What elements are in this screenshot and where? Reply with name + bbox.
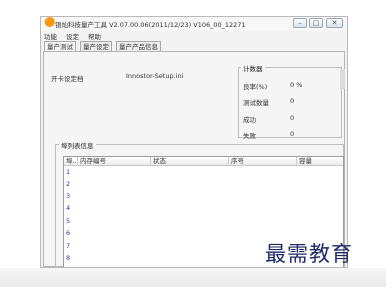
tab-production-settings[interactable]: 量产设定 [80, 41, 112, 51]
tab-product-info[interactable]: 量产产品信息 [116, 41, 161, 51]
success-value: 0 [290, 114, 295, 122]
table-row[interactable]: 1 [66, 168, 70, 176]
table-row[interactable]: 4 [66, 204, 70, 212]
port-list-title: 埠列表信息 [59, 140, 96, 150]
close-button[interactable]: ✕ [326, 18, 343, 28]
table-row[interactable]: 8 [66, 254, 70, 262]
col-memory-id[interactable]: 内存编号 [78, 157, 151, 166]
menu-bar: 功能 设定 帮助 [41, 31, 347, 41]
fail-value: 0 [290, 130, 295, 138]
col-status[interactable]: 状态 [151, 157, 229, 166]
yield-value: 0 % [290, 81, 303, 89]
table-row[interactable]: 7 [66, 242, 70, 250]
table-row[interactable]: 2 [66, 180, 70, 188]
menu-settings[interactable]: 设定 [66, 31, 79, 41]
minimize-button[interactable]: – [293, 18, 307, 28]
settings-file-value: Innostor-Setup.ini [126, 72, 184, 80]
counter-scrollbar[interactable] [340, 69, 345, 89]
title-bar: 🟠 银灿科技量产工具 V2.07.00.06(2011/12/23) V106_… [41, 17, 347, 31]
counter-title: 计数器 [241, 63, 265, 73]
watermark-text: 最需教育 [265, 242, 353, 266]
table-row[interactable]: 5 [66, 217, 70, 225]
success-label: 成功 [243, 116, 256, 124]
bottom-strip [0, 268, 386, 287]
test-panel: 开卡设定档 Innostor-Setup.ini 计数器 良率(%) 0 % 测… [43, 51, 345, 267]
col-port[interactable]: 埠... [64, 157, 78, 166]
menu-help[interactable]: 帮助 [88, 31, 101, 41]
table-header: 埠... 内存编号 状态 序号 容量 [64, 157, 343, 166]
test-count-label: 测试数量 [243, 99, 269, 107]
fail-label: 失败 [243, 132, 256, 140]
col-capacity[interactable]: 容量 [297, 157, 343, 166]
settings-file-label: 开卡设定档 [51, 75, 84, 83]
restore-button[interactable]: □ [309, 18, 323, 28]
menu-function[interactable]: 功能 [44, 31, 57, 41]
col-serial[interactable]: 序号 [229, 157, 297, 166]
test-count-value: 0 [290, 97, 295, 105]
yield-label: 良率(%) [243, 83, 268, 91]
orange-c-icon: 🟠 [44, 18, 56, 28]
table-row[interactable]: 3 [66, 192, 70, 200]
table-row[interactable]: 6 [66, 229, 70, 237]
window-title: 银灿科技量产工具 V2.07.00.06(2011/12/23) V106_00… [55, 21, 246, 29]
main-window: 🟠 银灿科技量产工具 V2.07.00.06(2011/12/23) V106_… [40, 16, 348, 268]
